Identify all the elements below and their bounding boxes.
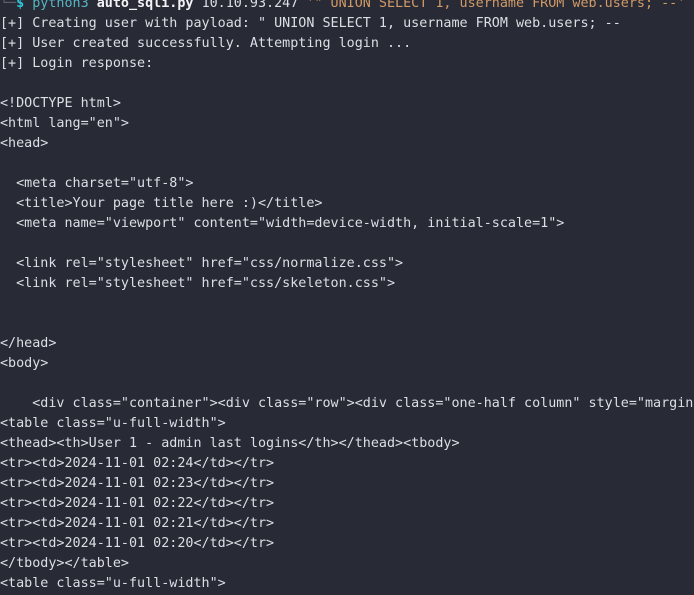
prompt-payload-arg: '" UNION SELECT 1, username FROM web.use… [306, 0, 686, 11]
html-output-line-24: <table class="u-full-width"> [0, 576, 226, 591]
blank-line-a [0, 74, 694, 94]
html-output-line-10 [0, 294, 694, 314]
html-output-line-4: <meta charset="utf-8"> [0, 176, 194, 191]
html-output-line-20: <tr><td>2024-11-01 02:22</td></tr> [0, 496, 275, 511]
html-output-line-11 [0, 314, 694, 334]
html-output-line-9: <link rel="stylesheet" href="css/skeleto… [0, 276, 396, 291]
html-output-line-22: <tr><td>2024-11-01 02:20</td></tr> [0, 536, 275, 551]
terminal-window[interactable]: └─$ python3 auto_sqli.py 10.10.93.247 '"… [0, 0, 694, 595]
html-output-line-8: <link rel="stylesheet" href="css/normali… [0, 256, 404, 271]
html-output-line-18: <tr><td>2024-11-01 02:24</td></tr> [0, 456, 275, 471]
prompt-command: python3 [32, 0, 89, 11]
status-line-1: [+] User created successfully. Attemptin… [0, 36, 412, 51]
html-output-line-17: <thead><th>User 1 - admin last logins</t… [0, 436, 460, 451]
html-output-line-16: <table class="u-full-width"> [0, 416, 226, 431]
html-output-line-6: <meta name="viewport" content="width=dev… [0, 216, 565, 231]
prompt-branch-glyph: └─ [0, 0, 17, 11]
html-output-line-1: <html lang="en"> [0, 116, 129, 131]
prompt-script-name: auto_sqli.py [96, 0, 194, 11]
status-line-0: [+] Creating user with payload: " UNION … [0, 16, 621, 31]
prompt-space-3 [194, 0, 202, 11]
html-output-line-2: <head> [0, 136, 49, 151]
prompt-space-2 [89, 0, 97, 11]
prompt-line: └─$ python3 auto_sqli.py 10.10.93.247 '"… [0, 0, 694, 14]
html-output-line-15: <div class="container"><div class="row">… [0, 396, 694, 411]
html-output-line-23: </tbody></table> [0, 556, 129, 571]
html-output-line-12: </head> [0, 336, 57, 351]
html-output-line-13: <body> [0, 356, 49, 371]
html-output-line-21: <tr><td>2024-11-01 02:21</td></tr> [0, 516, 275, 531]
html-output-line-0: <!DOCTYPE html> [0, 96, 121, 111]
prompt-symbol: $ [16, 0, 25, 11]
prompt-host-arg: 10.10.93.247 [201, 0, 299, 11]
html-output-line-5: <title>Your page title here :)</title> [0, 196, 323, 211]
html-output-line-7 [0, 234, 694, 254]
html-output-line-19: <tr><td>2024-11-01 02:23</td></tr> [0, 476, 275, 491]
html-output-line-14 [0, 374, 694, 394]
status-line-2: [+] Login response: [0, 56, 154, 71]
html-output-line-3 [0, 154, 694, 174]
